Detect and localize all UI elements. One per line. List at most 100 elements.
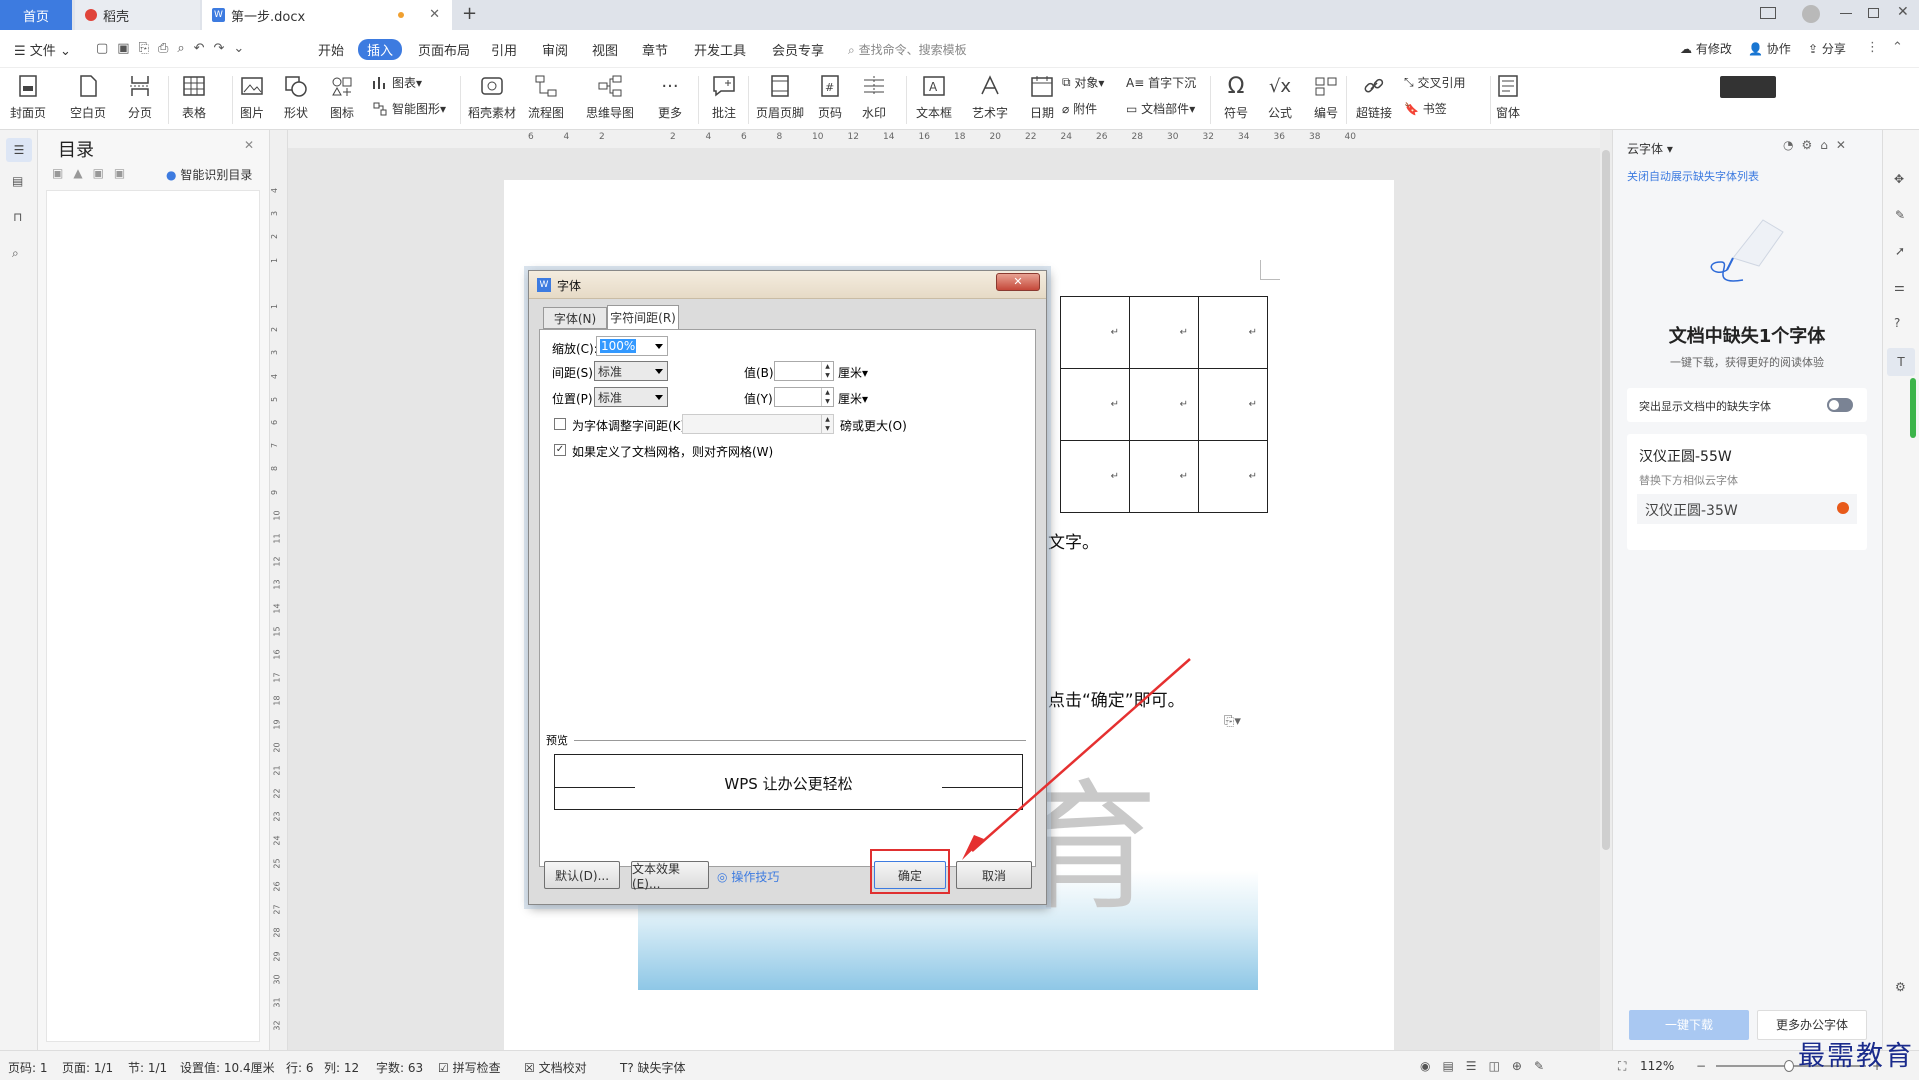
spin-up-icon[interactable]: ▲	[821, 388, 833, 397]
value-y-input[interactable]: ▲ ▼	[774, 387, 834, 407]
table-cell[interactable]: ↵	[1198, 440, 1268, 513]
settings-icon[interactable]: ⚙	[1895, 980, 1906, 994]
close-autoshow-link[interactable]: 关闭自动展示缺失字体列表	[1627, 168, 1759, 184]
menu-member[interactable]: 会员专享	[772, 40, 824, 59]
header-footer-button[interactable]: 页眉页脚	[756, 68, 804, 128]
tips-link[interactable]: ◎ 操作技巧	[717, 868, 779, 885]
default-button[interactable]: 默认(D)...	[544, 861, 620, 889]
word-count[interactable]: 字数: 63	[376, 1059, 423, 1076]
search-command[interactable]: ⌕ 查找命令、搜索模板	[848, 41, 967, 58]
close-window-icon[interactable]: ✕	[1897, 4, 1909, 20]
zoom-out-icon[interactable]: −	[1696, 1059, 1706, 1073]
page-number-button[interactable]: # 页码	[816, 68, 844, 128]
panel-title[interactable]: 云字体 ▾	[1627, 140, 1673, 157]
spin-down-icon[interactable]: ▼	[821, 397, 833, 406]
doc-proofread[interactable]: ☒ 文档校对	[524, 1059, 587, 1076]
spacing-select[interactable]: 标准	[594, 361, 668, 381]
dialog-titlebar[interactable]: W 字体 ✕	[529, 271, 1046, 299]
table-button[interactable]: 表格	[180, 68, 208, 128]
menu-chapter[interactable]: 章节	[642, 40, 668, 59]
attachment-button[interactable]: ⌀ 附件	[1062, 100, 1097, 117]
zoom-level[interactable]: 112%	[1640, 1059, 1674, 1073]
drop-cap-button[interactable]: A≡ 首字下沉	[1126, 74, 1196, 91]
vertical-scrollbar[interactable]	[1600, 130, 1612, 1050]
find-icon[interactable]: ⌕	[12, 246, 19, 261]
menu-home[interactable]: 开始	[318, 40, 344, 59]
maximize-icon[interactable]	[1868, 8, 1879, 18]
spin-up-icon[interactable]: ▲	[821, 362, 833, 371]
tab-document[interactable]: W 第一步.docx ✕	[202, 0, 452, 30]
pen-icon[interactable]: ✎	[1895, 208, 1905, 222]
spin-up-icon[interactable]: ▲	[821, 415, 833, 424]
date-button[interactable]: 日期	[1028, 68, 1056, 128]
table-cell[interactable]: ↵	[1198, 296, 1268, 369]
style-icon[interactable]: ✥	[1894, 172, 1904, 186]
position-select[interactable]: 标准	[594, 387, 668, 407]
page-count[interactable]: 页面: 1/1	[62, 1059, 113, 1076]
menu-review[interactable]: 审阅	[542, 40, 568, 59]
minimize-icon[interactable]	[1840, 13, 1852, 14]
help-icon[interactable]: ?	[1894, 316, 1900, 330]
cover-page-button[interactable]: 封面页	[10, 68, 46, 128]
kerning-input[interactable]: ▲ ▼	[682, 414, 834, 434]
symbol-button[interactable]: Ω 符号	[1222, 68, 1250, 128]
paste-options-icon[interactable]: ⎘▾	[1224, 714, 1241, 729]
mindmap-button[interactable]: 思维导图	[586, 68, 634, 128]
revision-button[interactable]: ☁ 有修改	[1680, 40, 1732, 57]
spin-down-icon[interactable]: ▼	[821, 371, 833, 380]
share-button[interactable]: ⇪ 分享	[1808, 40, 1846, 57]
table-cell[interactable]: ↵	[1060, 440, 1130, 513]
picture-button[interactable]: 图片	[238, 68, 266, 128]
tab-docer[interactable]: 稻壳	[75, 0, 200, 30]
highlight-toggle[interactable]	[1827, 398, 1853, 412]
zoom-thumb[interactable]	[1784, 1060, 1794, 1072]
setting-value[interactable]: 设置值: 10.4厘米	[180, 1059, 275, 1076]
grid-checkbox[interactable]: ✓	[554, 444, 566, 456]
collapse-ribbon-icon[interactable]: ⌃	[1892, 40, 1903, 55]
page-number[interactable]: 页码: 1	[8, 1059, 48, 1076]
page-break-button[interactable]: 分页	[126, 68, 154, 128]
textbox-button[interactable]: A 文本框	[916, 68, 952, 128]
promo-banner[interactable]	[1720, 76, 1776, 98]
table-cell[interactable]: ↵	[1129, 368, 1199, 441]
table-cell[interactable]: ↵	[1060, 368, 1130, 441]
table-cell[interactable]: ↵	[1060, 296, 1130, 369]
menu-view[interactable]: 视图	[592, 40, 618, 59]
numbering-button[interactable]: 编号	[1312, 68, 1340, 128]
table-cell[interactable]: ↵	[1198, 368, 1268, 441]
window-layout-icon[interactable]	[1760, 7, 1776, 19]
new-tab-button[interactable]: +	[462, 3, 477, 24]
one-click-download-button[interactable]: 一键下载	[1629, 1010, 1749, 1040]
select-icon[interactable]: ➚	[1895, 244, 1905, 258]
tab-home[interactable]: 首页	[0, 0, 72, 30]
unit-select[interactable]: 厘米▾	[838, 390, 868, 407]
more-button[interactable]: ··· 更多	[656, 68, 684, 128]
missing-font-status[interactable]: T? 缺失字体	[620, 1059, 686, 1076]
scroll-thumb[interactable]	[1602, 150, 1610, 850]
file-menu[interactable]: ☰ 文件 ⌄	[14, 40, 71, 59]
comment-button[interactable]: 批注	[710, 68, 738, 128]
flowchart-button[interactable]: 流程图	[528, 68, 564, 128]
blank-page-button[interactable]: 空白页	[70, 68, 106, 128]
spell-check[interactable]: ☑ 拼写检查	[438, 1059, 501, 1076]
doc-parts-button[interactable]: ▭ 文档部件 ▾	[1126, 100, 1195, 117]
smart-toc-button[interactable]: ● 智能识别目录	[166, 166, 252, 183]
collaborate-button[interactable]: 👤 协作	[1748, 40, 1791, 57]
smart-graphic-button[interactable]: 智能图形 ▾	[372, 100, 446, 117]
replace-font-option[interactable]: 汉仪正圆-35W	[1637, 494, 1857, 524]
icon-library-button[interactable]: 图标	[328, 68, 356, 128]
spin-down-icon[interactable]: ▼	[821, 424, 833, 433]
form-button[interactable]: 窗体	[1494, 68, 1522, 128]
wordart-button[interactable]: 艺术字	[972, 68, 1008, 128]
tab-font[interactable]: 字体(N)	[543, 307, 607, 329]
section[interactable]: 节: 1/1	[128, 1059, 167, 1076]
more-icon[interactable]: ⋮	[1866, 40, 1879, 55]
view-icons[interactable]: ◉▤☰◫⊕✎	[1420, 1059, 1556, 1073]
dialog-close-button[interactable]: ✕	[996, 273, 1040, 291]
table-cell[interactable]: ↵	[1129, 296, 1199, 369]
toc-tools[interactable]: ▣▲▣▣	[52, 166, 135, 180]
fit-icon[interactable]: ⛶	[1618, 1059, 1626, 1074]
avatar[interactable]	[1802, 5, 1820, 23]
panel-tools[interactable]: ◔⚙⌂✕	[1783, 138, 1854, 152]
hyperlink-button[interactable]: 超链接	[1356, 68, 1392, 128]
